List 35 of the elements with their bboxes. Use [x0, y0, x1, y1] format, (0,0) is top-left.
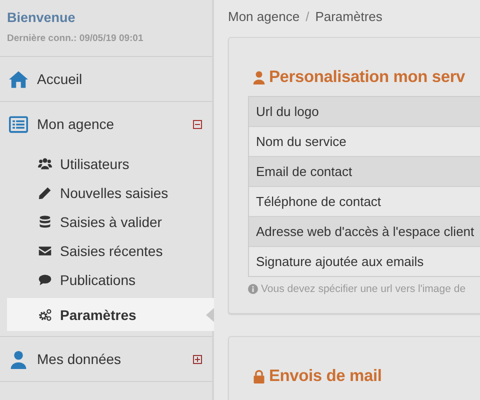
hint-text: Vous devez spécifier une url vers l'image de [261, 283, 466, 295]
breadcrumb-current: Paramètres [315, 9, 382, 26]
list-icon [9, 114, 28, 134]
envelope-icon [38, 244, 52, 258]
person-icon [252, 70, 266, 85]
breadcrumb-link[interactable]: Mon agence [228, 9, 300, 37]
breadcrumb-separator: / [306, 9, 310, 26]
submenu-item[interactable]: Nouvelles saisies [7, 178, 212, 207]
speech-bubble-icon [38, 272, 52, 286]
database-icon [38, 214, 52, 228]
table-cell: Adresse web d'accès à l'espace client [249, 216, 480, 246]
submenu-item[interactable]: Saisies à valider [7, 207, 212, 236]
panel-title: Personalisation mon serv [269, 68, 466, 87]
submenu-item[interactable]: Utilisateurs [7, 149, 212, 178]
panel-title: Envois de mail [269, 367, 382, 386]
table-cell: Url du logo [249, 97, 480, 126]
submenu-item[interactable]: Publications [7, 265, 212, 294]
submenu-item[interactable]: Paramètres [7, 298, 214, 331]
nav-item[interactable]: Accueil [0, 57, 212, 101]
expand-icon[interactable] [193, 354, 202, 364]
submenu-item[interactable]: Saisies récentes [7, 236, 212, 265]
info-icon [248, 284, 258, 294]
greeting-text: Bienvenue [7, 10, 76, 25]
collapse-icon[interactable] [193, 120, 202, 128]
nav-item[interactable]: Mon agence [0, 102, 212, 146]
selection-pointer-icon [206, 308, 214, 322]
gears-icon [38, 308, 52, 322]
users-icon [38, 156, 52, 170]
person-icon [9, 350, 28, 368]
house-icon [9, 70, 28, 88]
padlock-icon [252, 369, 266, 384]
nav-item[interactable]: Mes données [0, 337, 212, 381]
pencil-icon [38, 186, 52, 200]
last-login-text: Dernière conn.: 09/05/19 09:01 [7, 33, 144, 44]
table-cell: Email de contact [249, 156, 480, 186]
